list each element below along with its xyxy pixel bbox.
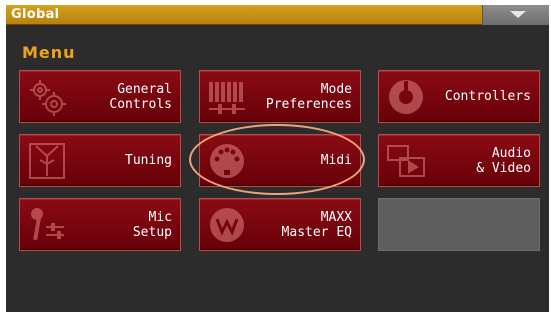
chevron-down-icon	[510, 11, 526, 18]
tile-label: Controllers	[444, 89, 531, 104]
gears-icon	[26, 76, 68, 118]
window-title: Global	[11, 7, 60, 22]
knob-icon	[385, 76, 427, 118]
audio-video-icon	[385, 140, 427, 182]
tile-label: Mic Setup	[132, 209, 172, 240]
maxx-master-eq-button[interactable]: MAXX Master EQ	[199, 198, 361, 251]
tile-label: Audio & Video	[476, 145, 531, 176]
title-bar: Global	[6, 5, 549, 25]
tile-label: General Controls	[109, 81, 172, 112]
menu-heading: Menu	[22, 43, 76, 62]
mode-preferences-button[interactable]: Mode Preferences	[199, 70, 361, 123]
tuning-fork-icon	[26, 140, 68, 182]
midi-connector-icon	[206, 140, 248, 182]
keyboard-sliders-icon	[206, 76, 248, 118]
maxx-eq-icon	[206, 204, 248, 246]
tile-label: MAXX Master EQ	[281, 209, 352, 240]
mic-setup-button[interactable]: Mic Setup	[19, 198, 181, 251]
controllers-button[interactable]: Controllers	[378, 70, 540, 123]
tile-label: Tuning	[125, 153, 172, 168]
tuning-button[interactable]: Tuning	[19, 134, 181, 187]
empty-tile	[378, 198, 540, 251]
screen: Global Menu General Controls Mode Prefer…	[6, 5, 549, 312]
microphone-icon	[26, 204, 68, 246]
page-menu-button[interactable]	[482, 5, 549, 25]
midi-button[interactable]: Midi	[199, 134, 361, 187]
audio-video-button[interactable]: Audio & Video	[378, 134, 540, 187]
tile-label: Mode Preferences	[265, 81, 352, 112]
general-controls-button[interactable]: General Controls	[19, 70, 181, 123]
tile-label: Midi	[320, 153, 352, 168]
